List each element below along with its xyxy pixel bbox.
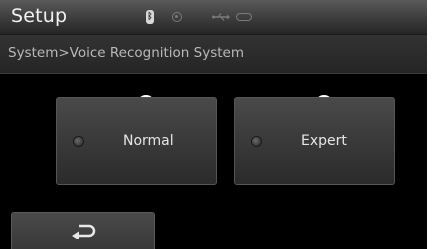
radio-indicator-expert	[251, 136, 262, 147]
bluetooth-icon: ᛒ	[146, 10, 154, 24]
option-expert-label: Expert	[301, 133, 347, 149]
aux-icon	[236, 13, 252, 21]
header-bar: Setup ᛒ	[0, 0, 427, 34]
option-normal-label: Normal	[123, 133, 174, 149]
back-button[interactable]	[11, 212, 155, 249]
back-arrow-icon	[72, 224, 96, 239]
breadcrumb: System>Voice Recognition System	[0, 34, 427, 74]
setup-screen: Setup ᛒ System>Voice Recognition System …	[0, 0, 427, 249]
usb-icon	[212, 13, 230, 21]
option-expert-button[interactable]: Expert	[234, 97, 395, 185]
breadcrumb-text: System>Voice Recognition System	[8, 45, 244, 61]
record-icon	[172, 12, 182, 22]
page-title: Setup	[11, 5, 68, 27]
radio-indicator-normal	[73, 136, 84, 147]
status-icons: ᛒ	[146, 10, 252, 24]
option-normal-button[interactable]: Normal	[56, 97, 217, 185]
